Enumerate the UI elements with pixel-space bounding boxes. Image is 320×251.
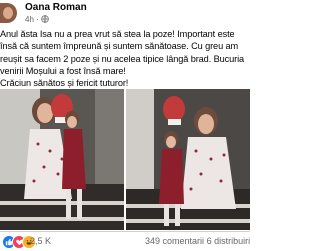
post-text: Anul ăsta Isa nu a prea vrut să stea la … bbox=[0, 29, 245, 89]
reaction-count[interactable]: 2,5 K bbox=[30, 236, 51, 246]
avatar[interactable] bbox=[0, 3, 17, 23]
photo-left-image bbox=[0, 89, 124, 230]
post-header: Oana Roman 4h · bbox=[0, 0, 250, 28]
author-name[interactable]: Oana Roman bbox=[25, 2, 87, 13]
comments-shares-count[interactable]: 349 comentarii 6 distribuiri bbox=[145, 236, 250, 246]
post-footer: 2,5 K 349 comentarii 6 distribuiri bbox=[0, 231, 250, 251]
post-meta: 4h · bbox=[25, 15, 49, 24]
photo-mother-daughter-sitting[interactable] bbox=[0, 89, 124, 230]
post-time[interactable]: 4h bbox=[25, 15, 34, 24]
photo-grid bbox=[0, 89, 250, 230]
share-count[interactable]: 6 distribuiri bbox=[207, 236, 251, 246]
comment-count[interactable]: 349 comentarii bbox=[145, 236, 204, 246]
photo-mother-daughter-selfie[interactable] bbox=[126, 89, 250, 230]
photo-right-image bbox=[126, 89, 250, 230]
globe-icon bbox=[41, 15, 49, 23]
